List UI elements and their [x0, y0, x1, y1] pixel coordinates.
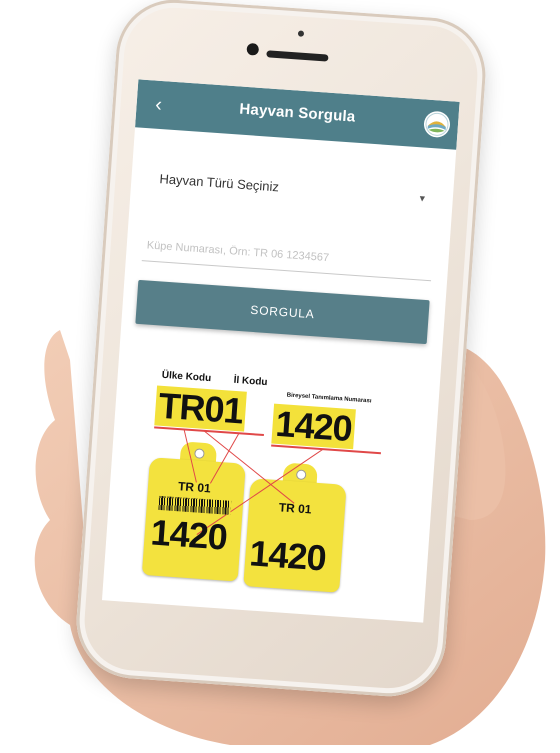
ear-tag-illustration: Ülke Kodu İl Kodu Bireysel Tanımlama Num…	[133, 361, 410, 609]
tag-left-prefix: TR 01	[177, 479, 212, 496]
phone-screen: ‹ Hayvan Sorgula Hayvan Türü Seçiniz ▼ S…	[101, 79, 460, 623]
query-button[interactable]: SORGULA	[135, 279, 430, 345]
tag-right-prefix: TR 01	[278, 500, 312, 517]
phone-device: ‹ Hayvan Sorgula Hayvan Türü Seçiniz ▼ S…	[72, 0, 490, 701]
tag-left-number: 1420	[149, 511, 229, 558]
page-title: Hayvan Sorgula	[238, 100, 356, 126]
animal-type-label: Hayvan Türü Seçiniz	[158, 171, 280, 195]
animal-type-select[interactable]: Hayvan Türü Seçiniz ▼	[146, 156, 439, 222]
ministry-logo-icon	[423, 110, 451, 139]
chevron-down-icon: ▼	[417, 193, 428, 204]
tag-right-number: 1420	[248, 532, 327, 579]
ear-tag-number-input[interactable]	[141, 230, 434, 282]
